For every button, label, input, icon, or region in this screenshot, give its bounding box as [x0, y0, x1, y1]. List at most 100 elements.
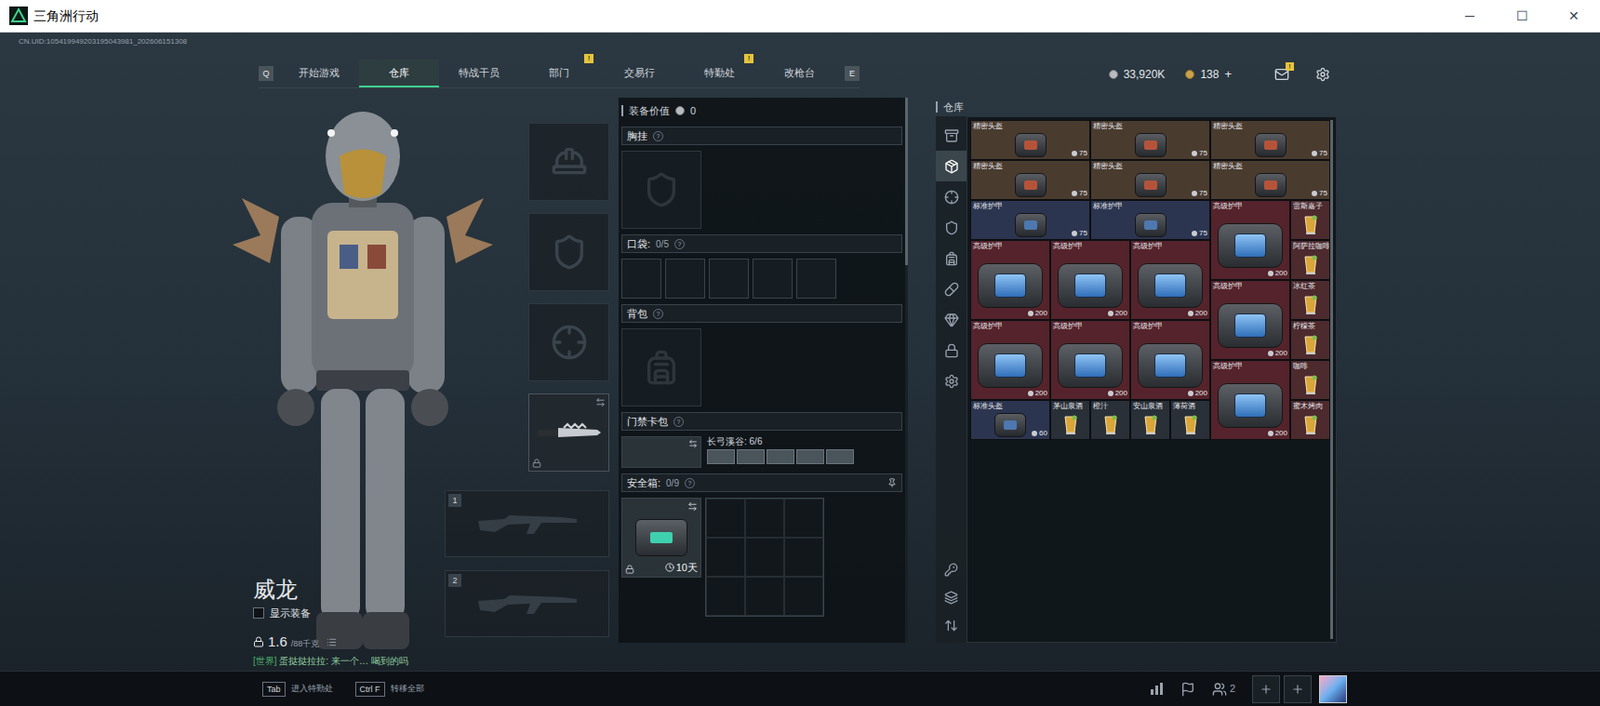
help-icon[interactable]: ?: [674, 239, 685, 250]
medical-category-icon[interactable]: [935, 273, 967, 305]
key-hint[interactable]: Ctrl F转移全部: [355, 681, 425, 697]
settings-button[interactable]: [1315, 66, 1331, 82]
weapon-slot[interactable]: 1: [444, 490, 610, 558]
window-control[interactable]: ☐: [1495, 0, 1548, 33]
pocket-slot[interactable]: [796, 258, 837, 299]
safe-cell[interactable]: [706, 537, 746, 577]
chest-slot[interactable]: [621, 150, 702, 229]
inventory-item[interactable]: 高级护甲200: [1050, 240, 1131, 320]
keycard-tool-icon[interactable]: [935, 555, 967, 584]
mail-button[interactable]: !: [1274, 66, 1290, 82]
help-icon[interactable]: ?: [653, 131, 664, 142]
show-equipment-toggle[interactable]: 显示装备: [253, 605, 445, 622]
inventory-item[interactable]: 茅山泉酒: [1050, 400, 1091, 440]
all-category-icon[interactable]: [935, 120, 967, 151]
sort-tool-icon[interactable]: [935, 611, 967, 640]
pin-icon[interactable]: [887, 478, 897, 488]
nav-tab[interactable]: 改枪台: [759, 59, 840, 88]
weapon-category-icon[interactable]: [935, 181, 967, 213]
nav-tab[interactable]: 特勤处!: [679, 59, 760, 88]
chat-line[interactable]: [世界] 蛋挞挞拉拉: 来一个… 喝到的吗: [253, 655, 445, 667]
inventory-item[interactable]: 柠檬茶: [1290, 320, 1331, 360]
inventory-item[interactable]: 精密头盔75: [970, 160, 1091, 200]
pocket-slot[interactable]: [665, 258, 706, 299]
collection-category-icon[interactable]: [935, 304, 967, 335]
armor-category-icon[interactable]: [935, 212, 967, 243]
help-icon[interactable]: ?: [684, 478, 695, 489]
armor-slot[interactable]: [528, 213, 610, 292]
inventory-item[interactable]: 高级护甲200: [970, 240, 1051, 320]
swap-icon[interactable]: [687, 501, 698, 512]
keycard-case[interactable]: [621, 436, 702, 468]
inventory-item[interactable]: 标准护甲75: [970, 200, 1091, 240]
inventory-item[interactable]: 冰红茶: [1290, 280, 1331, 320]
nav-tab[interactable]: 仓库: [359, 59, 440, 88]
nav-tab[interactable]: 特战干员: [439, 59, 520, 88]
pocket-slot[interactable]: [752, 258, 793, 299]
layers-tool-icon[interactable]: [935, 583, 967, 612]
keycard[interactable]: [766, 449, 795, 465]
key-hint[interactable]: Tab进入特勤处: [262, 681, 334, 697]
settings-category-icon[interactable]: [935, 365, 967, 397]
locked-category-icon[interactable]: [935, 334, 967, 366]
inventory-item[interactable]: 高级护甲200: [1210, 280, 1291, 360]
nav-next-key[interactable]: E: [844, 66, 860, 81]
safe-cell[interactable]: [784, 576, 824, 616]
safe-cell[interactable]: [784, 537, 824, 577]
safe-cell[interactable]: [784, 498, 824, 538]
inventory-item[interactable]: 橙汁: [1090, 400, 1131, 440]
backpack-category-icon[interactable]: [935, 242, 967, 274]
inventory-item[interactable]: 阿萨拉咖啡: [1290, 240, 1331, 280]
inventory-item[interactable]: 雷斯嘉子: [1290, 200, 1331, 240]
safe-box[interactable]: 10天: [621, 497, 702, 578]
swap-icon[interactable]: [595, 397, 606, 408]
inventory-item[interactable]: 高级护甲200: [1130, 320, 1211, 400]
inventory-item[interactable]: 精密头盔75: [1090, 160, 1211, 200]
keycard[interactable]: [736, 449, 765, 465]
add-gold-button[interactable]: +: [1224, 65, 1232, 84]
inventory-item[interactable]: 精密头盔75: [1090, 120, 1211, 160]
inventory-item[interactable]: 高级护甲200: [1130, 240, 1211, 320]
keycard[interactable]: [706, 449, 735, 465]
loadout-scrollbar[interactable]: [905, 97, 908, 643]
window-control[interactable]: ✕: [1547, 0, 1600, 33]
flag-icon[interactable]: [1180, 681, 1196, 697]
inventory-item[interactable]: 高级护甲200: [970, 320, 1051, 400]
inventory-item[interactable]: 安山泉酒: [1130, 400, 1171, 440]
pocket-slot[interactable]: [708, 258, 749, 299]
weapon-slot[interactable]: 2: [444, 570, 610, 638]
inventory-item[interactable]: 薄荷酒: [1170, 400, 1211, 440]
safe-cell[interactable]: [706, 498, 746, 538]
melee-slot[interactable]: [528, 393, 610, 472]
stats-icon[interactable]: [1148, 681, 1164, 697]
squad-button[interactable]: 2: [1212, 680, 1236, 697]
invite-slot[interactable]: [1252, 675, 1280, 704]
swap-icon[interactable]: [688, 439, 698, 449]
window-control[interactable]: ─: [1443, 0, 1496, 33]
invite-slot[interactable]: [1283, 675, 1312, 704]
checkbox[interactable]: [253, 607, 265, 619]
nav-tab[interactable]: 开始游戏: [279, 59, 360, 88]
nav-tab[interactable]: 交易行: [599, 59, 680, 88]
helmet-slot[interactable]: [528, 122, 610, 201]
nav-prev-key[interactable]: Q: [258, 66, 274, 81]
inventory-item[interactable]: 标准头盔60: [970, 400, 1051, 440]
avatar[interactable]: [1319, 675, 1347, 704]
inventory-item[interactable]: 高级护甲200: [1210, 200, 1291, 280]
inventory-item[interactable]: 精密头盔75: [1210, 160, 1331, 200]
safe-cell[interactable]: [745, 576, 785, 616]
help-icon[interactable]: ?: [673, 416, 684, 427]
warehouse-scrollbar[interactable]: [1330, 120, 1334, 640]
inventory-item[interactable]: 精密头盔75: [1210, 120, 1331, 160]
safe-cell[interactable]: [706, 576, 746, 616]
inventory-item[interactable]: 咖啡: [1290, 360, 1331, 400]
safe-cell[interactable]: [745, 498, 785, 538]
backpack-slot[interactable]: [621, 328, 702, 407]
safe-cell[interactable]: [745, 537, 785, 577]
nav-tab[interactable]: 部门!: [519, 59, 600, 88]
keycard[interactable]: [796, 449, 825, 465]
inventory-item[interactable]: 蜜木烤肉: [1290, 400, 1331, 440]
equipment-category-icon[interactable]: [935, 150, 967, 182]
inventory-item[interactable]: 精密头盔75: [970, 120, 1091, 160]
keycard[interactable]: [826, 449, 854, 465]
